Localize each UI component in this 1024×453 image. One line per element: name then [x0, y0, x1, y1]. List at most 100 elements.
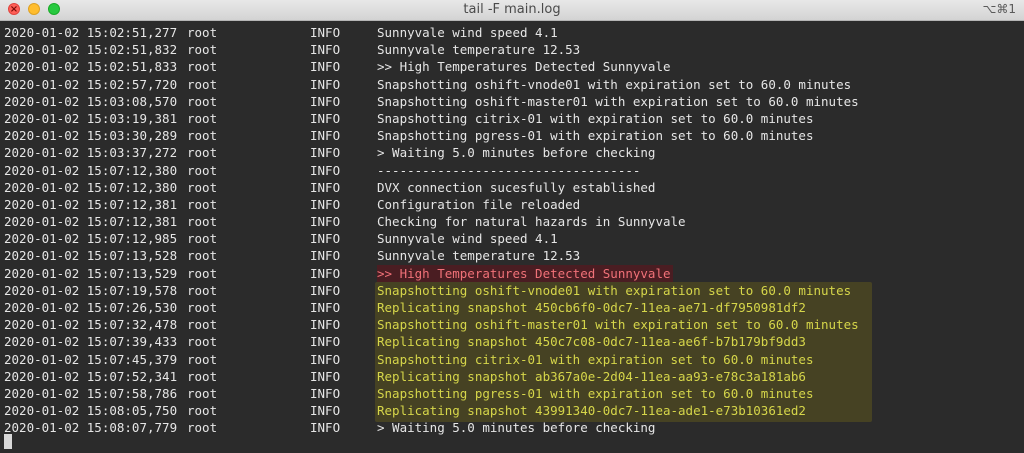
- log-timestamp: 2020-01-02 15:07:12,985: [4, 231, 178, 247]
- title-bar[interactable]: tail -F main.log ⌥⌘1: [0, 0, 1024, 21]
- log-timestamp: 2020-01-02 15:02:51,832: [4, 42, 178, 58]
- log-level: INFO: [310, 128, 341, 144]
- log-user: root: [187, 420, 218, 436]
- log-user: root: [187, 351, 218, 367]
- log-row: 2020-01-02 15:07:39,433 root INFO Replicati…: [0, 333, 1024, 350]
- log-level: INFO: [310, 145, 341, 161]
- log-row: 2020-01-02 15:08:07,779 root INFO > Waiting…: [0, 419, 1024, 436]
- log-user: root: [187, 300, 218, 315]
- log-message: Snapshotting oshift-master01 with expira…: [377, 317, 859, 333]
- log-timestamp: 2020-01-02 15:03:08,570: [4, 93, 178, 109]
- log-timestamp: 2020-01-02 15:02:51,833: [4, 59, 178, 75]
- log-row: 2020-01-02 15:07:58,786 root INFO Snapshott…: [0, 385, 1024, 402]
- log-user: root: [187, 59, 218, 75]
- log-row: 2020-01-02 15:07:13,528 root INFO Sunnyvale…: [0, 247, 1024, 264]
- log-level: INFO: [310, 59, 341, 75]
- log-user: root: [187, 110, 218, 126]
- log-message: >> High Temperatures Detected Sunnyvale: [377, 59, 671, 75]
- log-timestamp: 2020-01-02 15:07:12,380: [4, 162, 178, 178]
- log-row: 2020-01-02 15:03:30,289 root INFO Snapshott…: [0, 127, 1024, 144]
- log-user: root: [187, 385, 218, 401]
- log-row: 2020-01-02 15:07:26,530 root INFO Replicati…: [0, 299, 1024, 316]
- log-row: 2020-01-02 15:07:32,478 root INFO Snapshott…: [0, 316, 1024, 333]
- log-level: INFO: [310, 403, 341, 419]
- log-timestamp: 2020-01-02 15:02:51,277: [4, 25, 178, 40]
- log-timestamp: 2020-01-02 15:03:30,289: [4, 128, 178, 144]
- log-user: root: [187, 368, 218, 384]
- log-timestamp: 2020-01-02 15:03:19,381: [4, 110, 178, 126]
- log-level: INFO: [310, 317, 341, 333]
- log-level: INFO: [310, 385, 341, 401]
- log-user: root: [187, 265, 218, 281]
- log-message: Replicating snapshot 450cb6f0-0dc7-11ea-…: [377, 300, 806, 315]
- log-user: root: [187, 93, 218, 109]
- log-user: root: [187, 282, 218, 298]
- log-row: 2020-01-02 15:08:05,750 root INFO Replicati…: [0, 402, 1024, 419]
- log-user: root: [187, 128, 218, 144]
- log-row: 2020-01-02 15:07:52,341 root INFO Replicati…: [0, 368, 1024, 385]
- log-user: root: [187, 231, 218, 247]
- log-timestamp: 2020-01-02 15:03:37,272: [4, 145, 178, 161]
- log-user: root: [187, 214, 218, 230]
- text-cursor: [4, 434, 12, 449]
- log-message: Replicating snapshot 43991340-0dc7-11ea-…: [377, 403, 806, 419]
- log-row: 2020-01-02 15:03:08,570 root INFO Snapshott…: [0, 93, 1024, 110]
- log-row: 2020-01-02 15:07:12,380 root INFO DVX conne…: [0, 179, 1024, 196]
- log-message: Snapshotting oshift-vnode01 with expirat…: [377, 282, 852, 298]
- log-user: root: [187, 403, 218, 419]
- log-level: INFO: [310, 420, 341, 436]
- log-message: Sunnyvale wind speed 4.1: [377, 25, 558, 40]
- log-message: Snapshotting oshift-master01 with expira…: [377, 93, 859, 109]
- terminal-window: tail -F main.log ⌥⌘1 2020-01-02 15:02:51…: [0, 0, 1024, 453]
- log-timestamp: 2020-01-02 15:07:13,528: [4, 248, 178, 264]
- log-message: Snapshotting oshift-vnode01 with expirat…: [377, 76, 852, 92]
- log-timestamp: 2020-01-02 15:07:32,478: [4, 317, 178, 333]
- log-message: Replicating snapshot ab367a0e-2d04-11ea-…: [377, 368, 806, 384]
- log-row: 2020-01-02 15:07:19,578 root INFO Snapshott…: [0, 282, 1024, 299]
- log-level: INFO: [310, 76, 341, 92]
- log-user: root: [187, 25, 218, 40]
- log-level: INFO: [310, 214, 341, 230]
- log-timestamp: 2020-01-02 15:07:45,379: [4, 351, 178, 367]
- log-row: 2020-01-02 15:03:19,381 root INFO Snapshott…: [0, 110, 1024, 127]
- log-row: 2020-01-02 15:02:51,833 root INFO >> High T…: [0, 58, 1024, 75]
- log-user: root: [187, 317, 218, 333]
- log-row: 2020-01-02 15:07:45,379 root INFO Snapshott…: [0, 351, 1024, 368]
- log-row: 2020-01-02 15:07:12,381 root INFO Configura…: [0, 196, 1024, 213]
- log-timestamp: 2020-01-02 15:07:52,341: [4, 368, 178, 384]
- log-user: root: [187, 334, 218, 350]
- log-level: INFO: [310, 282, 341, 298]
- log-user: root: [187, 76, 218, 92]
- log-timestamp: 2020-01-02 15:07:19,578: [4, 282, 178, 298]
- log-level: INFO: [310, 368, 341, 384]
- log-row: 2020-01-02 15:02:57,720 root INFO Snapshott…: [0, 76, 1024, 93]
- log-timestamp: 2020-01-02 15:07:58,786: [4, 385, 178, 401]
- log-timestamp: 2020-01-02 15:07:12,380: [4, 179, 178, 195]
- log-level: INFO: [310, 93, 341, 109]
- log-timestamp: 2020-01-02 15:02:57,720: [4, 76, 178, 92]
- log-message: > Waiting 5.0 minutes before checking: [377, 420, 656, 436]
- terminal-output[interactable]: 2020-01-02 15:02:51,277 root INFO Sunnyvale…: [0, 21, 1024, 437]
- log-level: INFO: [310, 25, 341, 40]
- log-user: root: [187, 179, 218, 195]
- log-level: INFO: [310, 42, 341, 58]
- log-user: root: [187, 42, 218, 58]
- log-message: Snapshotting pgress-01 with expiration s…: [377, 385, 814, 401]
- log-level: INFO: [310, 351, 341, 367]
- log-level: INFO: [310, 300, 341, 315]
- log-user: root: [187, 248, 218, 264]
- log-message: > Waiting 5.0 minutes before checking: [377, 145, 656, 161]
- log-timestamp: 2020-01-02 15:07:26,530: [4, 300, 178, 315]
- log-message: Checking for natural hazards in Sunnyval…: [377, 214, 686, 230]
- log-message: Snapshotting citrix-01 with expiration s…: [377, 110, 814, 126]
- log-user: root: [187, 145, 218, 161]
- log-user: root: [187, 196, 218, 212]
- log-row: 2020-01-02 15:07:13,529 root INFO >> High T…: [0, 264, 1024, 282]
- log-message: Snapshotting citrix-01 with expiration s…: [377, 351, 814, 367]
- log-timestamp: 2020-01-02 15:07:39,433: [4, 334, 178, 350]
- log-timestamp: 2020-01-02 15:07:13,529: [4, 265, 178, 281]
- log-level: INFO: [310, 110, 341, 126]
- log-message: Configuration file reloaded: [377, 196, 581, 212]
- log-level: INFO: [310, 334, 341, 350]
- log-row: 2020-01-02 15:02:51,832 root INFO Sunnyvale…: [0, 41, 1024, 58]
